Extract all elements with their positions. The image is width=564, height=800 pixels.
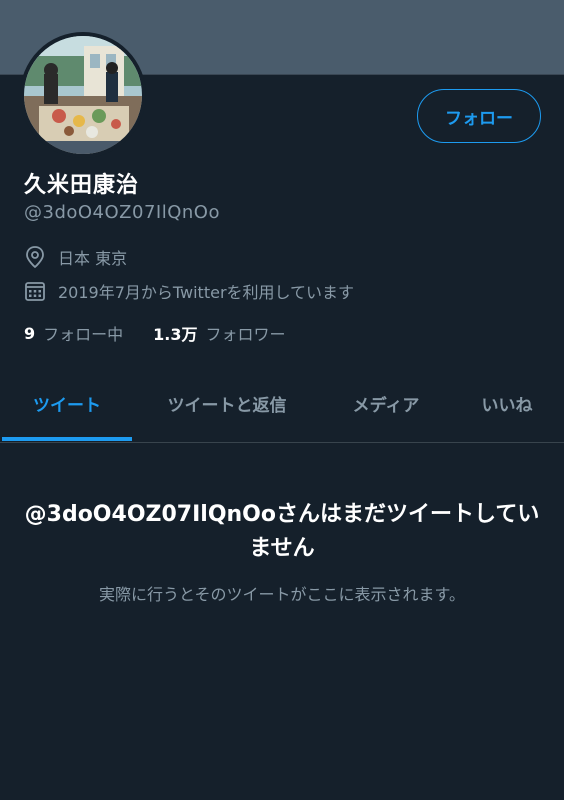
tab-tweets-and-replies[interactable]: ツイートと返信 (140, 364, 314, 442)
location-pin-icon (24, 246, 46, 268)
location-text: 日本 東京 (58, 249, 128, 268)
active-tab-indicator (2, 437, 132, 441)
profile-tabs: ツイート ツイートと返信 メディア いいね (0, 364, 564, 443)
follow-stats: 9 フォロー中 1.3万 フォロワー (24, 321, 286, 345)
calendar-icon (24, 280, 46, 302)
avatar[interactable] (20, 32, 146, 158)
user-handle: @3doO4OZ07IlQnOo (24, 202, 220, 223)
following-link[interactable]: 9 フォロー中 (24, 321, 123, 345)
empty-state-subtitle: 実際に行うとそのツイートがここに表示されます。 (99, 585, 465, 604)
location-row: 日本 東京 (24, 245, 127, 269)
avatar-illustration (24, 36, 142, 154)
joined-text: 2019年7月からTwitterを利用しています (58, 283, 355, 302)
tab-media[interactable]: メディア (326, 364, 446, 442)
tab-likes[interactable]: いいね (462, 364, 552, 442)
followers-link[interactable]: 1.3万 フォロワー (153, 321, 285, 345)
followers-label: フォロワー (205, 325, 286, 344)
display-name: 久米田康治 (24, 173, 140, 198)
followers-count: 1.3万 (153, 325, 198, 344)
following-count: 9 (24, 323, 36, 343)
joined-row: 2019年7月からTwitterを利用しています (24, 279, 354, 303)
following-label: フォロー中 (43, 325, 124, 344)
empty-state-title: @3doO4OZ07IlQnOoさんはまだツイートしていません (24, 502, 540, 561)
follow-button[interactable]: フォロー (417, 89, 541, 143)
tab-tweets[interactable]: ツイート (2, 364, 132, 442)
